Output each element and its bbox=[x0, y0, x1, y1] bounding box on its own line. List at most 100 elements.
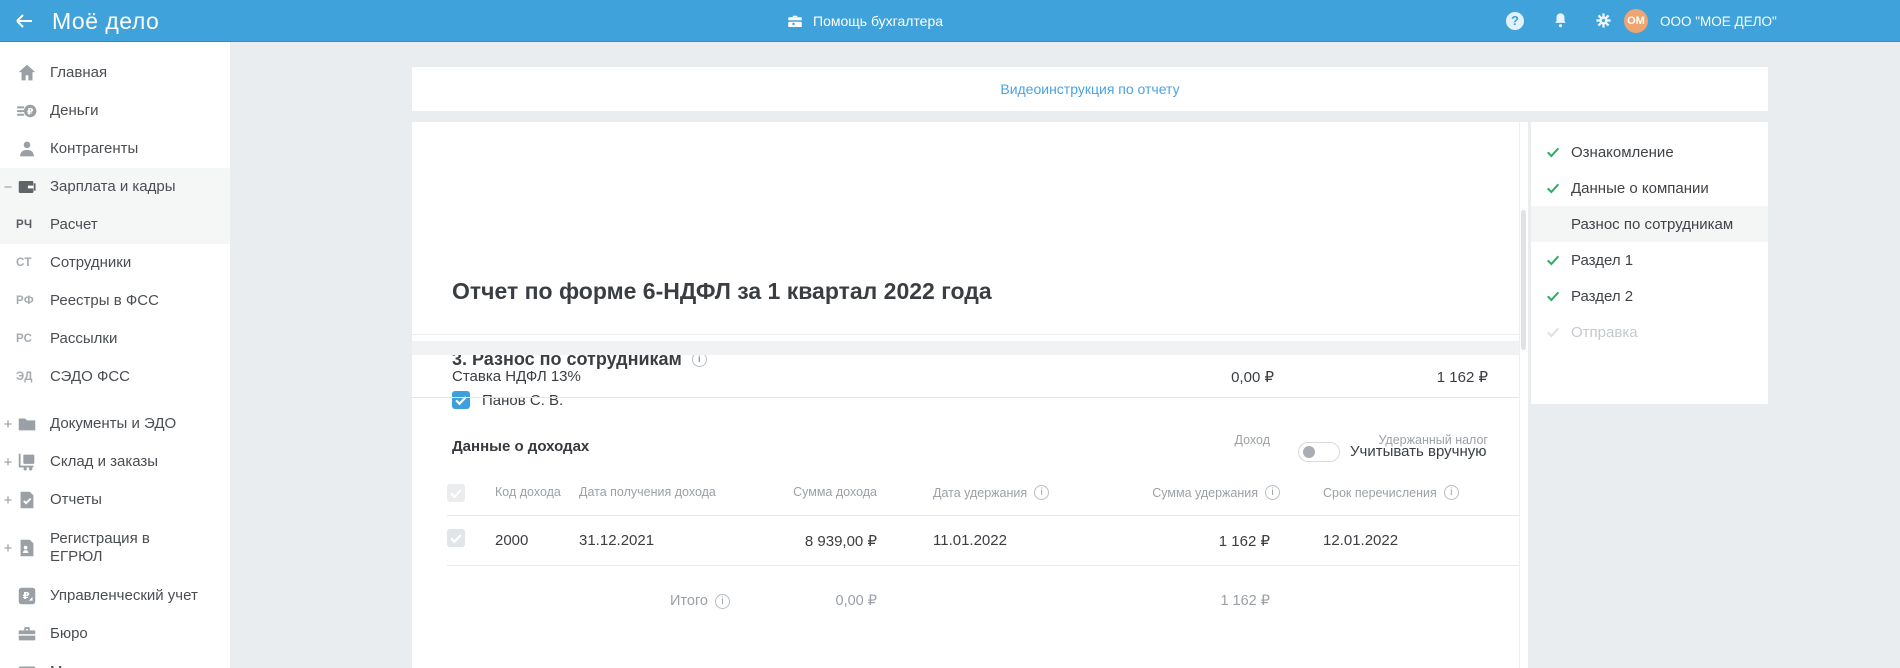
sidebar-item-label: Бюро bbox=[50, 625, 88, 642]
panel-scrollbar-track bbox=[1519, 122, 1528, 668]
rate-row[interactable]: Ставка НДФЛ 13% 0,00 ₽ 1 162 ₽ bbox=[412, 355, 1528, 398]
warehouse-icon bbox=[16, 451, 38, 473]
avatar[interactable]: ОМ bbox=[1624, 9, 1648, 33]
table-border bbox=[447, 565, 1522, 566]
sidebar-item-label: Зарплата и кадры bbox=[50, 178, 176, 195]
cell-withhold-date: 11.01.2022 bbox=[933, 532, 1007, 549]
sidebar-item-label: Рассылки bbox=[50, 330, 118, 347]
sidebar-item-code: ЭД bbox=[16, 371, 33, 383]
briefcase-icon bbox=[786, 12, 804, 30]
home-icon bbox=[16, 62, 38, 84]
sidebar-item-cutoff[interactable]: М bbox=[0, 653, 230, 668]
col-withhold-sum: Сумма удержания bbox=[1152, 485, 1280, 500]
sidebar-item-code: РЧ bbox=[16, 219, 33, 231]
expand-indicator[interactable]: + bbox=[0, 416, 16, 433]
col-withhold-date: Дата удержания bbox=[933, 485, 1050, 500]
info-icon[interactable] bbox=[715, 593, 730, 609]
totals-label: Итого bbox=[670, 593, 730, 609]
video-instruction-link[interactable]: Видеоинструкция по отчету bbox=[1000, 81, 1179, 97]
report-panel: Отчет по форме 6-НДФЛ за 1 квартал 2022 … bbox=[412, 122, 1528, 668]
cell-transfer-term: 12.01.2022 bbox=[1323, 532, 1399, 549]
rate-withheld-value: 1 162 ₽ bbox=[1436, 369, 1488, 386]
sidebar-item-label: Контрагенты bbox=[50, 140, 139, 157]
check-icon bbox=[1545, 324, 1571, 340]
cell-withhold-sum: 1 162 ₽ bbox=[1218, 533, 1270, 550]
sidebar-item-sedo-fss[interactable]: ЭД СЭДО ФСС bbox=[0, 358, 230, 396]
notifications-icon[interactable] bbox=[1551, 11, 1570, 30]
sidebar-item-label: Главная bbox=[50, 64, 108, 81]
sidebar-item-contractors[interactable]: Контрагенты bbox=[0, 130, 230, 168]
expand-indicator[interactable]: + bbox=[0, 540, 16, 557]
sidebar-item-bureau[interactable]: Бюро bbox=[0, 615, 230, 653]
checklist-item-sending[interactable]: Отправка bbox=[1531, 314, 1768, 350]
app-logo[interactable]: Моё дело bbox=[52, 8, 159, 35]
sidebar-item-label: Управленческий учет bbox=[50, 587, 198, 604]
salary-icon bbox=[16, 176, 38, 198]
svg-text:₽: ₽ bbox=[27, 106, 33, 116]
col-income-sum: Сумма дохода bbox=[793, 485, 877, 499]
truncated-icon bbox=[16, 661, 38, 668]
panel-scrollbar-thumb[interactable] bbox=[1521, 210, 1526, 350]
topbar: Моё дело Помощь бухгалтера ? ОМ ООО "МОЕ… bbox=[0, 0, 1900, 42]
sidebar-item-code: РС bbox=[16, 333, 33, 345]
documents-icon bbox=[16, 413, 38, 435]
sidebar-item-home[interactable]: Главная bbox=[0, 54, 230, 92]
back-icon[interactable] bbox=[12, 9, 36, 33]
expand-indicator[interactable]: + bbox=[0, 454, 16, 471]
sidebar-item-management[interactable]: ₽ Управленческий учет bbox=[0, 577, 230, 615]
help-center-button[interactable]: Помощь бухгалтера bbox=[786, 0, 943, 42]
sidebar-item-label: Деньги bbox=[50, 102, 99, 119]
check-icon bbox=[1545, 180, 1571, 196]
reports-icon bbox=[16, 489, 38, 511]
sidebar-item-fss-registers[interactable]: РФ Реестры в ФСС bbox=[0, 282, 230, 320]
checklist-item-section-1[interactable]: Раздел 1 bbox=[1531, 242, 1768, 278]
sidebar-item-employees[interactable]: СТ Сотрудники bbox=[0, 244, 230, 282]
bureau-icon bbox=[16, 623, 38, 645]
col-income-date: Дата получения дохода bbox=[579, 485, 716, 499]
cell-income-date: 31.12.2021 bbox=[579, 532, 655, 549]
settings-icon[interactable] bbox=[1594, 11, 1613, 30]
help-icon[interactable]: ? bbox=[1506, 12, 1524, 30]
group-band bbox=[412, 341, 1528, 355]
info-icon[interactable] bbox=[1265, 485, 1280, 500]
sidebar-item-calculation[interactable]: РЧ Расчет bbox=[0, 206, 230, 244]
toggle-knob bbox=[1303, 446, 1315, 458]
checklist-item-section-2[interactable]: Раздел 2 bbox=[1531, 278, 1768, 314]
rate-label: Ставка НДФЛ 13% bbox=[452, 368, 581, 385]
sidebar-item-label: Расчет bbox=[50, 216, 98, 233]
check-icon bbox=[1545, 252, 1571, 268]
company-name[interactable]: ООО "МОЕ ДЕЛО" bbox=[1660, 0, 1777, 42]
info-icon[interactable] bbox=[1443, 485, 1459, 500]
page-title: Отчет по форме 6-НДФЛ за 1 квартал 2022 … bbox=[452, 278, 992, 304]
sidebar-item-documents[interactable]: + Документы и ЭДО bbox=[0, 405, 230, 443]
sidebar-item-money[interactable]: ₽ Деньги bbox=[0, 92, 230, 130]
col-transfer-term: Срок перечисления bbox=[1323, 485, 1459, 500]
sidebar-item-salary[interactable]: − Зарплата и кадры bbox=[0, 168, 230, 206]
cell-income-code: 2000 bbox=[495, 532, 529, 549]
collapse-indicator[interactable]: − bbox=[0, 179, 16, 196]
cell-income-sum: 8 939,00 ₽ bbox=[804, 533, 877, 550]
registration-icon bbox=[16, 537, 38, 559]
manual-toggle[interactable] bbox=[1298, 442, 1340, 462]
sidebar-item-label: Сотрудники bbox=[50, 254, 132, 271]
checklist-item-employee-breakdown[interactable]: Разнос по сотрудникам bbox=[1531, 206, 1768, 242]
summary-col-income: Доход bbox=[1234, 433, 1271, 447]
info-icon[interactable] bbox=[1034, 485, 1050, 500]
progress-checklist: Ознакомление Данные о компании Разнос по… bbox=[1531, 122, 1768, 404]
expand-indicator[interactable]: + bbox=[0, 492, 16, 509]
sidebar: Главная ₽ Деньги Контрагенты − Зарплата … bbox=[0, 42, 230, 668]
sidebar-item-reports[interactable]: + Отчеты bbox=[0, 481, 230, 519]
checklist-item-acquaintance[interactable]: Ознакомление bbox=[1531, 134, 1768, 170]
svg-text:₽: ₽ bbox=[23, 591, 30, 602]
sidebar-active-group: − Зарплата и кадры РЧ Расчет bbox=[0, 168, 230, 244]
divider bbox=[412, 334, 1528, 335]
check-icon bbox=[1545, 144, 1571, 160]
row-checkbox[interactable] bbox=[447, 529, 465, 547]
checklist-item-company-data[interactable]: Данные о компании bbox=[1531, 170, 1768, 206]
sidebar-item-mailings[interactable]: РС Рассылки bbox=[0, 320, 230, 358]
contractors-icon bbox=[16, 138, 38, 160]
sidebar-item-warehouse[interactable]: + Склад и заказы bbox=[0, 443, 230, 481]
sidebar-item-label: Регистрация в ЕГРЮЛ bbox=[50, 530, 150, 565]
select-all-checkbox[interactable] bbox=[447, 484, 465, 502]
sidebar-item-registration[interactable]: + Регистрация в ЕГРЮЛ bbox=[0, 519, 230, 577]
